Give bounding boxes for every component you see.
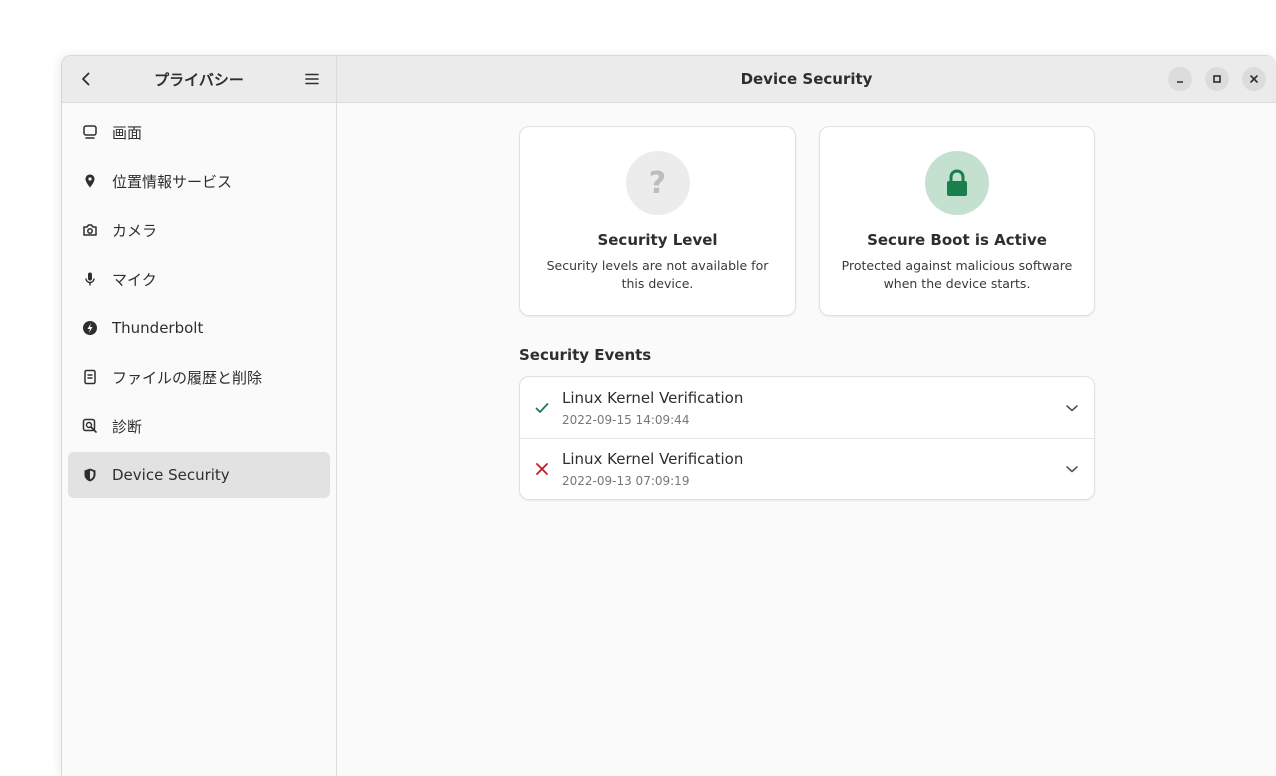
security-events-list: Linux Kernel Verification 2022-09-15 14:… <box>519 376 1095 500</box>
page-title: Device Security <box>740 70 873 88</box>
sidebar-list: 画面 位置情報サービス カメラ マイク Thunderbolt ファイルの履歴と… <box>62 103 336 776</box>
chevron-down-icon[interactable] <box>1064 461 1080 477</box>
maximize-button[interactable] <box>1205 67 1229 91</box>
sidebar-item-label: 画面 <box>112 123 143 142</box>
security-level-card[interactable]: ? Security Level Security levels are not… <box>519 126 796 316</box>
content: ? Security Level Security levels are not… <box>519 126 1095 500</box>
sidebar-item-screen[interactable]: 画面 <box>68 109 330 155</box>
close-icon <box>1250 75 1258 83</box>
sidebar-item-label: Device Security <box>112 466 230 484</box>
display-icon <box>82 124 98 140</box>
sidebar-item-location[interactable]: 位置情報サービス <box>68 158 330 204</box>
thunderbolt-icon <box>82 320 98 336</box>
secure-boot-description: Protected against malicious software whe… <box>841 258 1073 291</box>
question-icon: ? <box>648 165 667 201</box>
event-title: Linux Kernel Verification <box>562 388 744 407</box>
back-button[interactable] <box>70 63 102 95</box>
hamburger-menu-icon <box>305 73 319 85</box>
secure-boot-badge <box>925 151 989 215</box>
window-controls <box>1168 67 1266 91</box>
security-events-heading: Security Events <box>519 346 652 364</box>
sidebar-item-thunderbolt[interactable]: Thunderbolt <box>68 305 330 351</box>
event-text: Linux Kernel Verification 2022-09-13 07:… <box>562 450 1064 488</box>
lock-icon <box>947 169 967 196</box>
main-pane: Device Security ? Security Level Securit… <box>337 56 1276 776</box>
sidebar-header: プライバシー <box>62 56 336 103</box>
camera-icon <box>82 222 98 238</box>
minimize-button[interactable] <box>1168 67 1192 91</box>
sidebar-item-label: マイク <box>112 270 157 289</box>
sidebar-title: プライバシー <box>154 70 244 89</box>
security-cards: ? Security Level Security levels are not… <box>519 126 1095 316</box>
security-event-row[interactable]: Linux Kernel Verification 2022-09-15 14:… <box>520 377 1094 438</box>
main-menu-button[interactable] <box>296 63 328 95</box>
sidebar-item-camera[interactable]: カメラ <box>68 207 330 253</box>
sidebar: プライバシー 画面 位置情報サービス カメラ マイク Thunderbolt フ… <box>62 56 337 776</box>
security-level-badge: ? <box>625 151 690 215</box>
sidebar-item-microphone[interactable]: マイク <box>68 256 330 302</box>
checkmark-icon <box>534 400 550 416</box>
sidebar-item-label: 位置情報サービス <box>112 172 233 191</box>
sidebar-item-diagnostics[interactable]: 診断 <box>68 403 330 449</box>
event-text: Linux Kernel Verification 2022-09-15 14:… <box>562 389 1064 427</box>
event-timestamp: 2022-09-15 14:09:44 <box>562 412 690 427</box>
secure-boot-card[interactable]: Secure Boot is Active Protected against … <box>819 126 1095 316</box>
microphone-icon <box>82 271 98 287</box>
settings-window: プライバシー 画面 位置情報サービス カメラ マイク Thunderbolt フ… <box>61 55 1276 776</box>
security-event-row[interactable]: Linux Kernel Verification 2022-09-13 07:… <box>520 438 1094 499</box>
sidebar-item-device-security[interactable]: Device Security <box>68 452 330 498</box>
event-timestamp: 2022-09-13 07:09:19 <box>562 474 690 488</box>
minimize-icon <box>1177 81 1183 83</box>
file-history-icon <box>82 369 98 385</box>
secure-boot-title: Secure Boot is Active <box>867 231 1047 249</box>
sidebar-item-label: カメラ <box>112 221 158 240</box>
event-title: Linux Kernel Verification <box>562 450 744 468</box>
sidebar-item-label: 診断 <box>112 417 143 436</box>
sidebar-item-file-history[interactable]: ファイルの履歴と削除 <box>68 354 330 400</box>
back-arrow-icon <box>82 72 90 86</box>
location-icon <box>82 173 98 189</box>
security-level-description: Security levels are not available for th… <box>546 258 769 291</box>
sidebar-item-label: ファイルの履歴と削除 <box>112 368 263 387</box>
maximize-icon <box>1213 75 1221 83</box>
main-header: Device Security <box>337 56 1276 103</box>
close-button[interactable] <box>1242 67 1266 91</box>
security-level-title: Security Level <box>597 231 718 249</box>
diagnostics-icon <box>82 418 98 434</box>
cross-icon <box>534 461 550 477</box>
shield-icon <box>82 467 98 483</box>
sidebar-item-label: Thunderbolt <box>112 319 204 337</box>
chevron-down-icon[interactable] <box>1064 400 1080 416</box>
